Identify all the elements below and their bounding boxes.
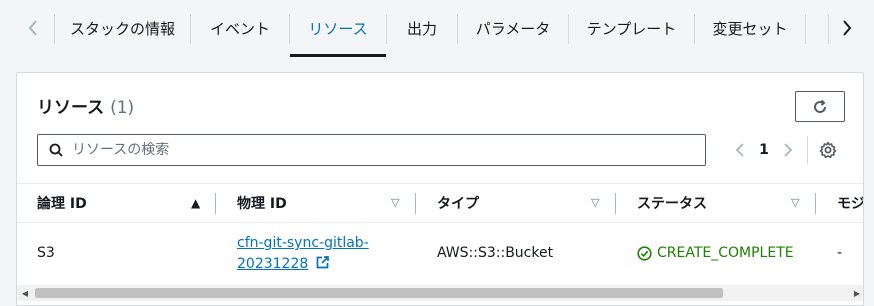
tabs-prev-button[interactable]: [20, 10, 46, 46]
panel-header: リソース (1): [37, 93, 134, 118]
status-cell: CREATE_COMPLETE: [637, 245, 794, 261]
chevron-right-icon: [843, 20, 852, 36]
success-check-icon: [637, 245, 652, 261]
physical-id-link[interactable]: cfn-git-sync-gitlab- 20231228: [237, 233, 369, 275]
tab-divider: [805, 14, 806, 44]
type-cell: AWS::S3::Bucket: [437, 245, 554, 261]
resources-panel: リソース (1) 1 論理 ID ▲: [16, 72, 864, 306]
chevron-left-icon: [736, 143, 744, 157]
sort-icon[interactable]: ▽: [791, 196, 799, 209]
refresh-button[interactable]: [795, 91, 845, 122]
column-module[interactable]: モジ: [837, 184, 863, 222]
page-number[interactable]: 1: [753, 142, 775, 158]
column-divider[interactable]: [615, 193, 616, 214]
tab-change-sets[interactable]: 変更セット: [695, 0, 805, 57]
column-divider[interactable]: [415, 193, 416, 214]
scroll-left-icon[interactable]: ◀: [17, 285, 33, 301]
sort-ascending-icon[interactable]: ▲: [191, 196, 200, 210]
pagination-divider: [807, 136, 808, 164]
refresh-icon: [814, 99, 827, 113]
column-type[interactable]: タイプ: [437, 184, 479, 222]
table-row: S3 cfn-git-sync-gitlab- 20231228 AWS::S3…: [17, 223, 863, 285]
tab-stack-info[interactable]: スタックの情報: [55, 0, 190, 57]
tab-parameters[interactable]: パラメータ: [458, 0, 568, 57]
physical-id-line2[interactable]: 20231228: [237, 256, 308, 272]
external-link-icon: [316, 256, 329, 269]
resource-search[interactable]: [37, 134, 706, 166]
column-status[interactable]: ステータス: [637, 184, 707, 222]
sort-icon[interactable]: ▽: [391, 196, 399, 209]
panel-title: リソース: [37, 98, 105, 118]
tab-events[interactable]: イベント: [191, 0, 289, 57]
tab-template[interactable]: テンプレート: [569, 0, 694, 57]
tab-bar: スタックの情報 イベント リソース 出力 パラメータ テンプレート 変更セット: [0, 0, 874, 57]
column-physical-id[interactable]: 物理 ID: [237, 184, 287, 222]
page-prev-button[interactable]: [727, 136, 753, 164]
physical-id-line1[interactable]: cfn-git-sync-gitlab-: [237, 235, 369, 251]
pagination: 1: [727, 136, 840, 164]
column-logical-id[interactable]: 論理 ID: [37, 184, 87, 222]
scroll-right-icon[interactable]: ▶: [849, 285, 863, 301]
gear-icon: [819, 141, 837, 159]
tab-resources[interactable]: リソース: [290, 0, 386, 57]
tab-outputs[interactable]: 出力: [387, 0, 457, 57]
scrollbar-thumb[interactable]: [35, 288, 723, 298]
status-text: CREATE_COMPLETE: [657, 245, 794, 261]
resource-count: (1): [110, 98, 135, 118]
chevron-left-icon: [28, 20, 37, 36]
page-next-button[interactable]: [775, 136, 801, 164]
column-divider[interactable]: [215, 193, 216, 214]
logical-id-cell: S3: [37, 245, 55, 261]
horizontal-scrollbar[interactable]: ◀ ▶: [17, 285, 863, 301]
search-input[interactable]: [72, 142, 672, 158]
tabs-next-button[interactable]: [834, 10, 860, 46]
tab-divider: [828, 14, 829, 44]
preferences-button[interactable]: [816, 136, 840, 164]
sort-icon[interactable]: ▽: [591, 196, 599, 209]
search-icon: [48, 142, 64, 158]
table-header: 論理 ID ▲ 物理 ID ▽ タイプ ▽ ステータス ▽ モジ: [17, 183, 863, 223]
module-cell: -: [837, 245, 843, 261]
column-divider[interactable]: [815, 193, 816, 214]
chevron-right-icon: [784, 143, 792, 157]
